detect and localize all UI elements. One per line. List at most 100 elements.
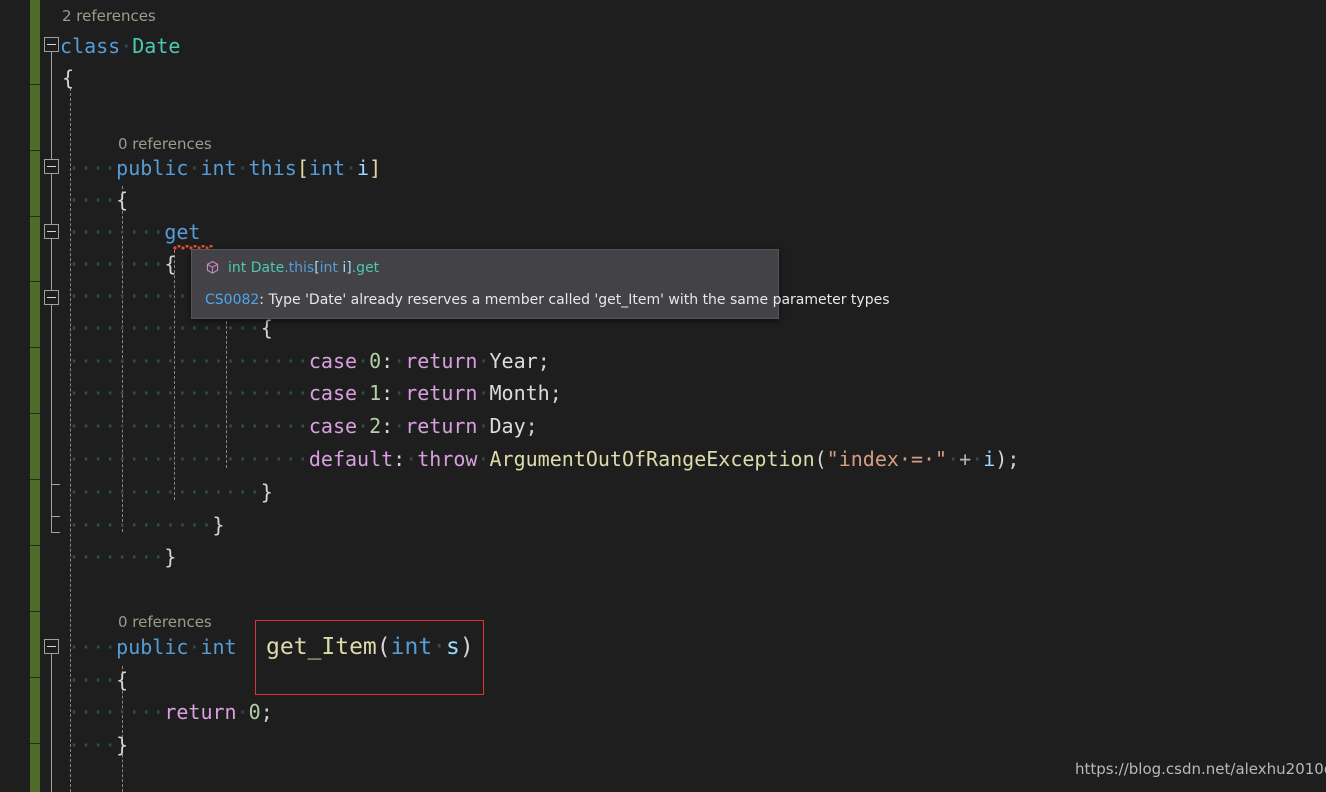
code-line-class-open-brace: { <box>62 62 74 94</box>
semicolon: ; <box>260 700 273 724</box>
code-line-get-open-brace: ········{ <box>68 248 176 280</box>
tooltip-signature: int Date.this[int i].get <box>228 259 379 277</box>
tooltip-error-code: CS0082 <box>205 292 260 308</box>
keyword-return: return <box>405 381 478 405</box>
colon: : <box>381 349 394 373</box>
keyword-throw: throw <box>417 447 478 471</box>
whitespace-dots: ···· <box>116 513 165 537</box>
whitespace-dots: ···· <box>68 545 117 569</box>
brace: } <box>164 545 177 569</box>
whitespace-dots: ···· <box>260 349 309 373</box>
literal-0: 0 <box>248 700 261 724</box>
brace: { <box>164 252 177 276</box>
brace: { <box>116 668 129 692</box>
code-line-switch-close-brace: ················} <box>68 476 273 508</box>
code-line-get-close-brace: ············} <box>68 509 225 541</box>
whitespace-dots: ···· <box>68 349 117 373</box>
code-line-case-2: ····················case·2:·return·Day; <box>68 410 538 442</box>
keyword-int-param: int <box>308 156 345 180</box>
whitespace-dot: · <box>477 381 490 405</box>
whitespace-dots: ···· <box>212 349 261 373</box>
bracket-open: [ <box>296 156 309 180</box>
whitespace-dots: ···· <box>68 156 117 180</box>
keyword-return: return <box>405 414 478 438</box>
whitespace-dots: ···· <box>212 316 261 340</box>
literal-0: 0 <box>369 349 382 373</box>
property-day: Day <box>489 414 526 438</box>
type-name-date: Date <box>132 34 181 58</box>
whitespace-dots: ···· <box>68 316 117 340</box>
identifier-i: i <box>357 156 370 180</box>
code-line-class: class·Date <box>60 30 180 62</box>
whitespace-dot: · <box>236 156 249 180</box>
whitespace-dot: · <box>477 414 490 438</box>
annotation-method-signature: get_Item(int·s) <box>266 632 474 662</box>
colon: : <box>393 447 406 471</box>
semicolon: ; <box>549 381 562 405</box>
paren-close: ) <box>995 447 1008 471</box>
whitespace-dots: ···· <box>116 414 165 438</box>
code-line-get-accessor: ········get <box>68 216 200 248</box>
whitespace-dots: ···· <box>68 381 117 405</box>
codelens-class-references[interactable]: 2 references <box>62 2 156 30</box>
whitespace-dot: · <box>357 414 370 438</box>
whitespace-dots: ···· <box>68 700 117 724</box>
bracket-close: ] <box>369 156 382 180</box>
type-argumentoutofrangeexception: ArgumentOutOfRangeException <box>489 447 815 471</box>
whitespace-dots: ···· <box>260 447 309 471</box>
keyword-case: case <box>308 381 358 405</box>
string-literal-index: "index·=·" <box>826 447 948 471</box>
whitespace-dots: ···· <box>68 447 117 471</box>
param-name-s: s <box>446 634 460 660</box>
literal-1: 1 <box>369 381 382 405</box>
whitespace-dots: ···· <box>68 414 117 438</box>
brace: } <box>116 733 129 757</box>
tooltip-owner-type: Date <box>250 260 285 276</box>
whitespace-dot: · <box>393 414 406 438</box>
whitespace-dot: · <box>120 34 133 58</box>
code-line-method-signature: ····public·int <box>68 631 237 663</box>
paren-close: ) <box>459 634 474 660</box>
whitespace-dot: · <box>188 635 201 659</box>
whitespace-dots: ···· <box>212 414 261 438</box>
brace: } <box>212 513 225 537</box>
whitespace-dots: ···· <box>116 252 165 276</box>
keyword-case: case <box>308 349 358 373</box>
colon: : <box>381 381 394 405</box>
whitespace-dots: ···· <box>164 316 213 340</box>
keyword-get: get <box>164 220 201 244</box>
whitespace-dots: ···· <box>164 480 213 504</box>
whitespace-dots: ···· <box>116 220 165 244</box>
colon: : <box>381 414 394 438</box>
whitespace-dots: ···· <box>212 381 261 405</box>
paren-open: ( <box>376 634 391 660</box>
whitespace-dots: ···· <box>68 188 117 212</box>
method-name-get-item: get_Item <box>266 634 377 660</box>
whitespace-dot: · <box>236 700 249 724</box>
whitespace-dots: ···· <box>116 545 165 569</box>
whitespace-dots: ···· <box>164 349 213 373</box>
whitespace-dot: · <box>344 156 358 180</box>
code-line-method-open-brace: ····{ <box>68 664 128 696</box>
keyword-case: case <box>308 414 358 438</box>
code-line-method-close-brace: ····} <box>68 729 128 761</box>
whitespace-dots: ···· <box>164 447 213 471</box>
keyword-public: public <box>116 156 189 180</box>
whitespace-dots: ···· <box>116 381 165 405</box>
code-surface[interactable]: 2 references class·Date { 0 references ·… <box>0 0 1326 792</box>
code-line-indexer-open-brace: ····{ <box>68 184 128 216</box>
whitespace-dots: ···· <box>260 381 309 405</box>
whitespace-dots: ···· <box>68 635 117 659</box>
property-year: Year <box>489 349 538 373</box>
whitespace-dots: ···· <box>260 414 309 438</box>
tooltip-accessor: .get <box>351 260 380 276</box>
whitespace-dots: ···· <box>116 700 165 724</box>
identifier-i: i <box>983 447 996 471</box>
brace: { <box>62 66 75 90</box>
whitespace-dots: ···· <box>116 480 165 504</box>
whitespace-dot: · <box>477 447 490 471</box>
code-line-case-0: ····················case·0:·return·Year; <box>68 345 550 377</box>
whitespace-dots: ···· <box>116 316 165 340</box>
watermark-url: https://blog.csdn.net/alexhu2010q <box>1075 760 1326 778</box>
param-type-int: int <box>390 634 433 660</box>
